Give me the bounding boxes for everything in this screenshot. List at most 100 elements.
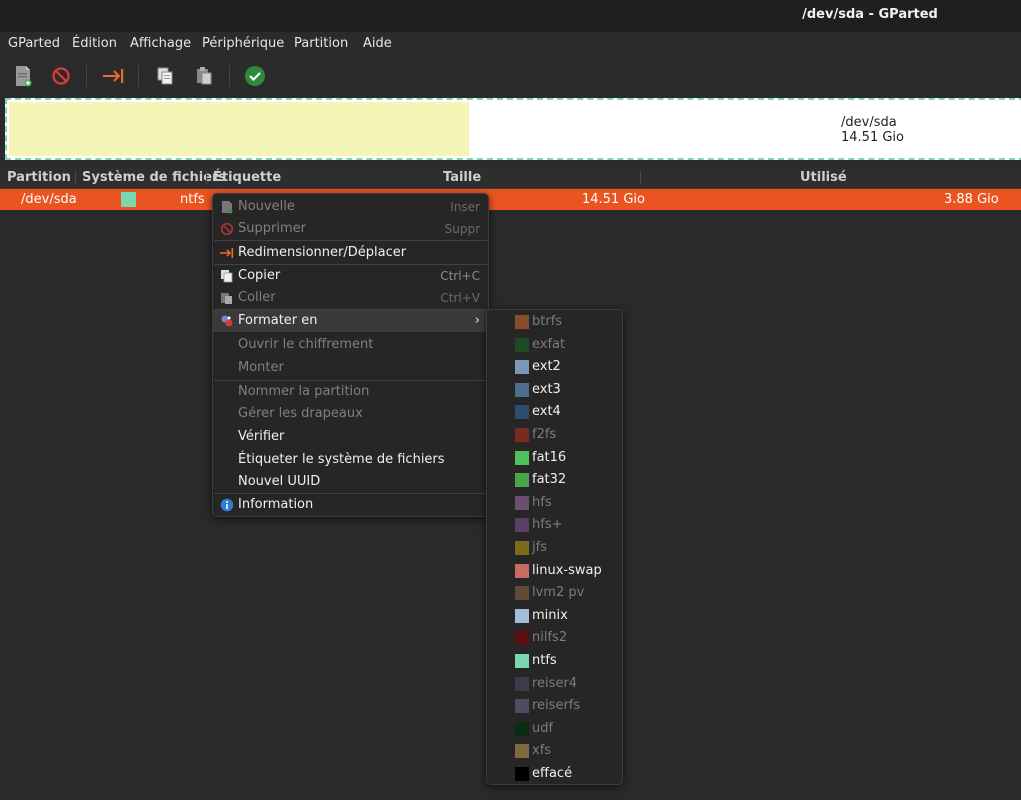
- menu-item-information[interactable]: Information: [213, 494, 488, 516]
- fs-color-swatch: [515, 586, 529, 601]
- format-item-hfs[interactable]: hfs: [487, 492, 622, 514]
- chevron-right-icon: ›: [474, 313, 480, 328]
- menu-item-etiqueter[interactable]: Étiqueter le système de fichiers: [213, 449, 488, 471]
- format-item-fat16[interactable]: fat16: [487, 447, 622, 469]
- copy-icon: [221, 270, 233, 283]
- fs-color-swatch: [515, 450, 529, 465]
- menu-peripherique[interactable]: Périphérique: [202, 36, 284, 51]
- menu-item-ouvrir-chiffrement[interactable]: Ouvrir le chiffrement: [213, 334, 488, 356]
- format-item-ext4[interactable]: ext4: [487, 401, 622, 423]
- table-row[interactable]: /dev/sda ntfs 14.51 Gio 3.88 Gio: [0, 189, 1021, 210]
- resize-move-button[interactable]: [99, 62, 127, 90]
- format-item-jfs[interactable]: jfs: [487, 537, 622, 559]
- fs-color-swatch: [515, 767, 529, 781]
- column-filesystem[interactable]: Système de fichiers: [82, 170, 226, 185]
- column-label[interactable]: Étiquette: [213, 170, 281, 185]
- column-partition[interactable]: Partition: [7, 170, 71, 185]
- menu-item-gerer-drapeaux[interactable]: Gérer les drapeaux: [213, 403, 488, 425]
- format-item-exfat[interactable]: exfat: [487, 334, 622, 356]
- format-item-label: fat32: [532, 472, 567, 488]
- format-item-xfs[interactable]: xfs: [487, 740, 622, 762]
- new-partition-button[interactable]: [9, 62, 37, 90]
- fs-color-swatch: [515, 473, 529, 488]
- paste-icon: [221, 293, 232, 304]
- format-item-fat32[interactable]: fat32: [487, 469, 622, 491]
- fs-color-swatch: [515, 676, 529, 691]
- menu-item-supprimer[interactable]: Supprimer Suppr: [213, 218, 488, 240]
- format-item-label: lvm2 pv: [532, 585, 585, 601]
- format-item-nilfs2[interactable]: nilfs2: [487, 627, 622, 649]
- format-item-ext3[interactable]: ext3: [487, 379, 622, 401]
- format-item-label: minix: [532, 607, 568, 623]
- format-item-linux-swap[interactable]: linux-swap: [487, 560, 622, 582]
- menu-item-nouvelle[interactable]: Nouvelle Inser: [213, 196, 488, 218]
- format-item-reiser4[interactable]: reiser4: [487, 673, 622, 695]
- column-used[interactable]: Utilisé: [800, 170, 847, 185]
- menu-item-nommer-partition[interactable]: Nommer la partition: [213, 381, 488, 403]
- menu-aide[interactable]: Aide: [363, 36, 392, 51]
- format-item-label: btrfs: [532, 314, 563, 329]
- format-item-udf[interactable]: udf: [487, 718, 622, 740]
- format-item-ntfs[interactable]: ntfs: [487, 650, 622, 672]
- menu-edition[interactable]: Édition: [72, 36, 117, 51]
- format-item-effac-[interactable]: effacé: [487, 763, 622, 785]
- menu-item-formater-en[interactable]: Formater en ›: [213, 310, 488, 332]
- resize-move-icon: [220, 248, 234, 258]
- format-item-label: ext4: [532, 404, 561, 420]
- format-item-label: jfs: [532, 540, 547, 555]
- menu-item-copier[interactable]: Copier Ctrl+C: [213, 265, 488, 287]
- menu-item-coller[interactable]: Coller Ctrl+V: [213, 287, 488, 309]
- format-item-label: nilfs2: [532, 630, 568, 646]
- menu-item-redimensionner[interactable]: Redimensionner/Déplacer: [213, 242, 488, 264]
- disk-map-label: /dev/sda 14.51 Gio: [841, 115, 904, 145]
- format-item-hfs-[interactable]: hfs+: [487, 514, 622, 536]
- copy-icon: [157, 67, 173, 85]
- format-item-label: f2fs: [532, 427, 557, 442]
- fs-color-swatch: [515, 721, 529, 736]
- format-item-btrfs[interactable]: btrfs: [487, 311, 622, 333]
- apply-icon: [245, 66, 265, 86]
- fs-color-swatch: [515, 631, 529, 646]
- menu-affichage[interactable]: Affichage: [130, 36, 191, 51]
- copy-button[interactable]: [151, 62, 179, 90]
- disk-map[interactable]: /dev/sda 14.51 Gio: [5, 98, 1021, 160]
- format-item-label: ntfs: [532, 653, 557, 668]
- row-used: 3.88 Gio: [944, 192, 999, 207]
- paste-button[interactable]: [190, 62, 218, 90]
- fs-color-swatch: [515, 428, 529, 442]
- disk-map-used: [9, 102, 469, 156]
- format-item-label: linux-swap: [532, 562, 602, 578]
- fs-color-swatch: [515, 699, 529, 714]
- resize-move-icon: [103, 69, 124, 83]
- format-item-label: reiserfs: [532, 698, 581, 714]
- column-headers: Partition Système de fichiers Étiquette …: [0, 167, 1021, 189]
- fs-color-swatch: [515, 337, 529, 352]
- format-item-label: hfs+: [532, 517, 563, 533]
- delete-button[interactable]: [47, 62, 75, 90]
- format-submenu: btrfs exfat ext2 ext3 ext4 f2fs fat16 fat32 hfs h…: [486, 309, 623, 785]
- info-icon: [220, 498, 234, 512]
- fs-color-swatch: [515, 495, 529, 510]
- context-menu: Nouvelle Inser Supprimer Suppr Redimensi…: [212, 193, 489, 517]
- format-item-reiserfs[interactable]: reiserfs: [487, 695, 622, 717]
- format-item-lvm2-pv[interactable]: lvm2 pv: [487, 582, 622, 604]
- fs-color-swatch: [515, 563, 529, 578]
- menu-gparted[interactable]: GParted: [8, 36, 60, 51]
- column-size[interactable]: Taille: [443, 170, 481, 185]
- format-item-ext2[interactable]: ext2: [487, 356, 622, 378]
- format-item-label: xfs: [532, 743, 552, 759]
- menu-item-monter[interactable]: Monter: [213, 357, 488, 379]
- format-item-label: fat16: [532, 449, 567, 465]
- title-bar: /dev/sda - GParted: [0, 0, 1021, 32]
- format-item-label: exfat: [532, 336, 566, 352]
- format-item-label: udf: [532, 720, 554, 736]
- delete-icon: [220, 222, 234, 236]
- menu-partition[interactable]: Partition: [294, 36, 348, 51]
- apply-button[interactable]: [241, 62, 269, 90]
- fs-color-swatch: [515, 382, 529, 397]
- fs-color-swatch: [515, 518, 529, 533]
- menu-item-verifier[interactable]: Vérifier: [213, 426, 488, 448]
- format-item-minix[interactable]: minix: [487, 605, 622, 627]
- format-item-f2fs[interactable]: f2fs: [487, 424, 622, 446]
- menu-item-nouvel-uuid[interactable]: Nouvel UUID: [213, 471, 488, 493]
